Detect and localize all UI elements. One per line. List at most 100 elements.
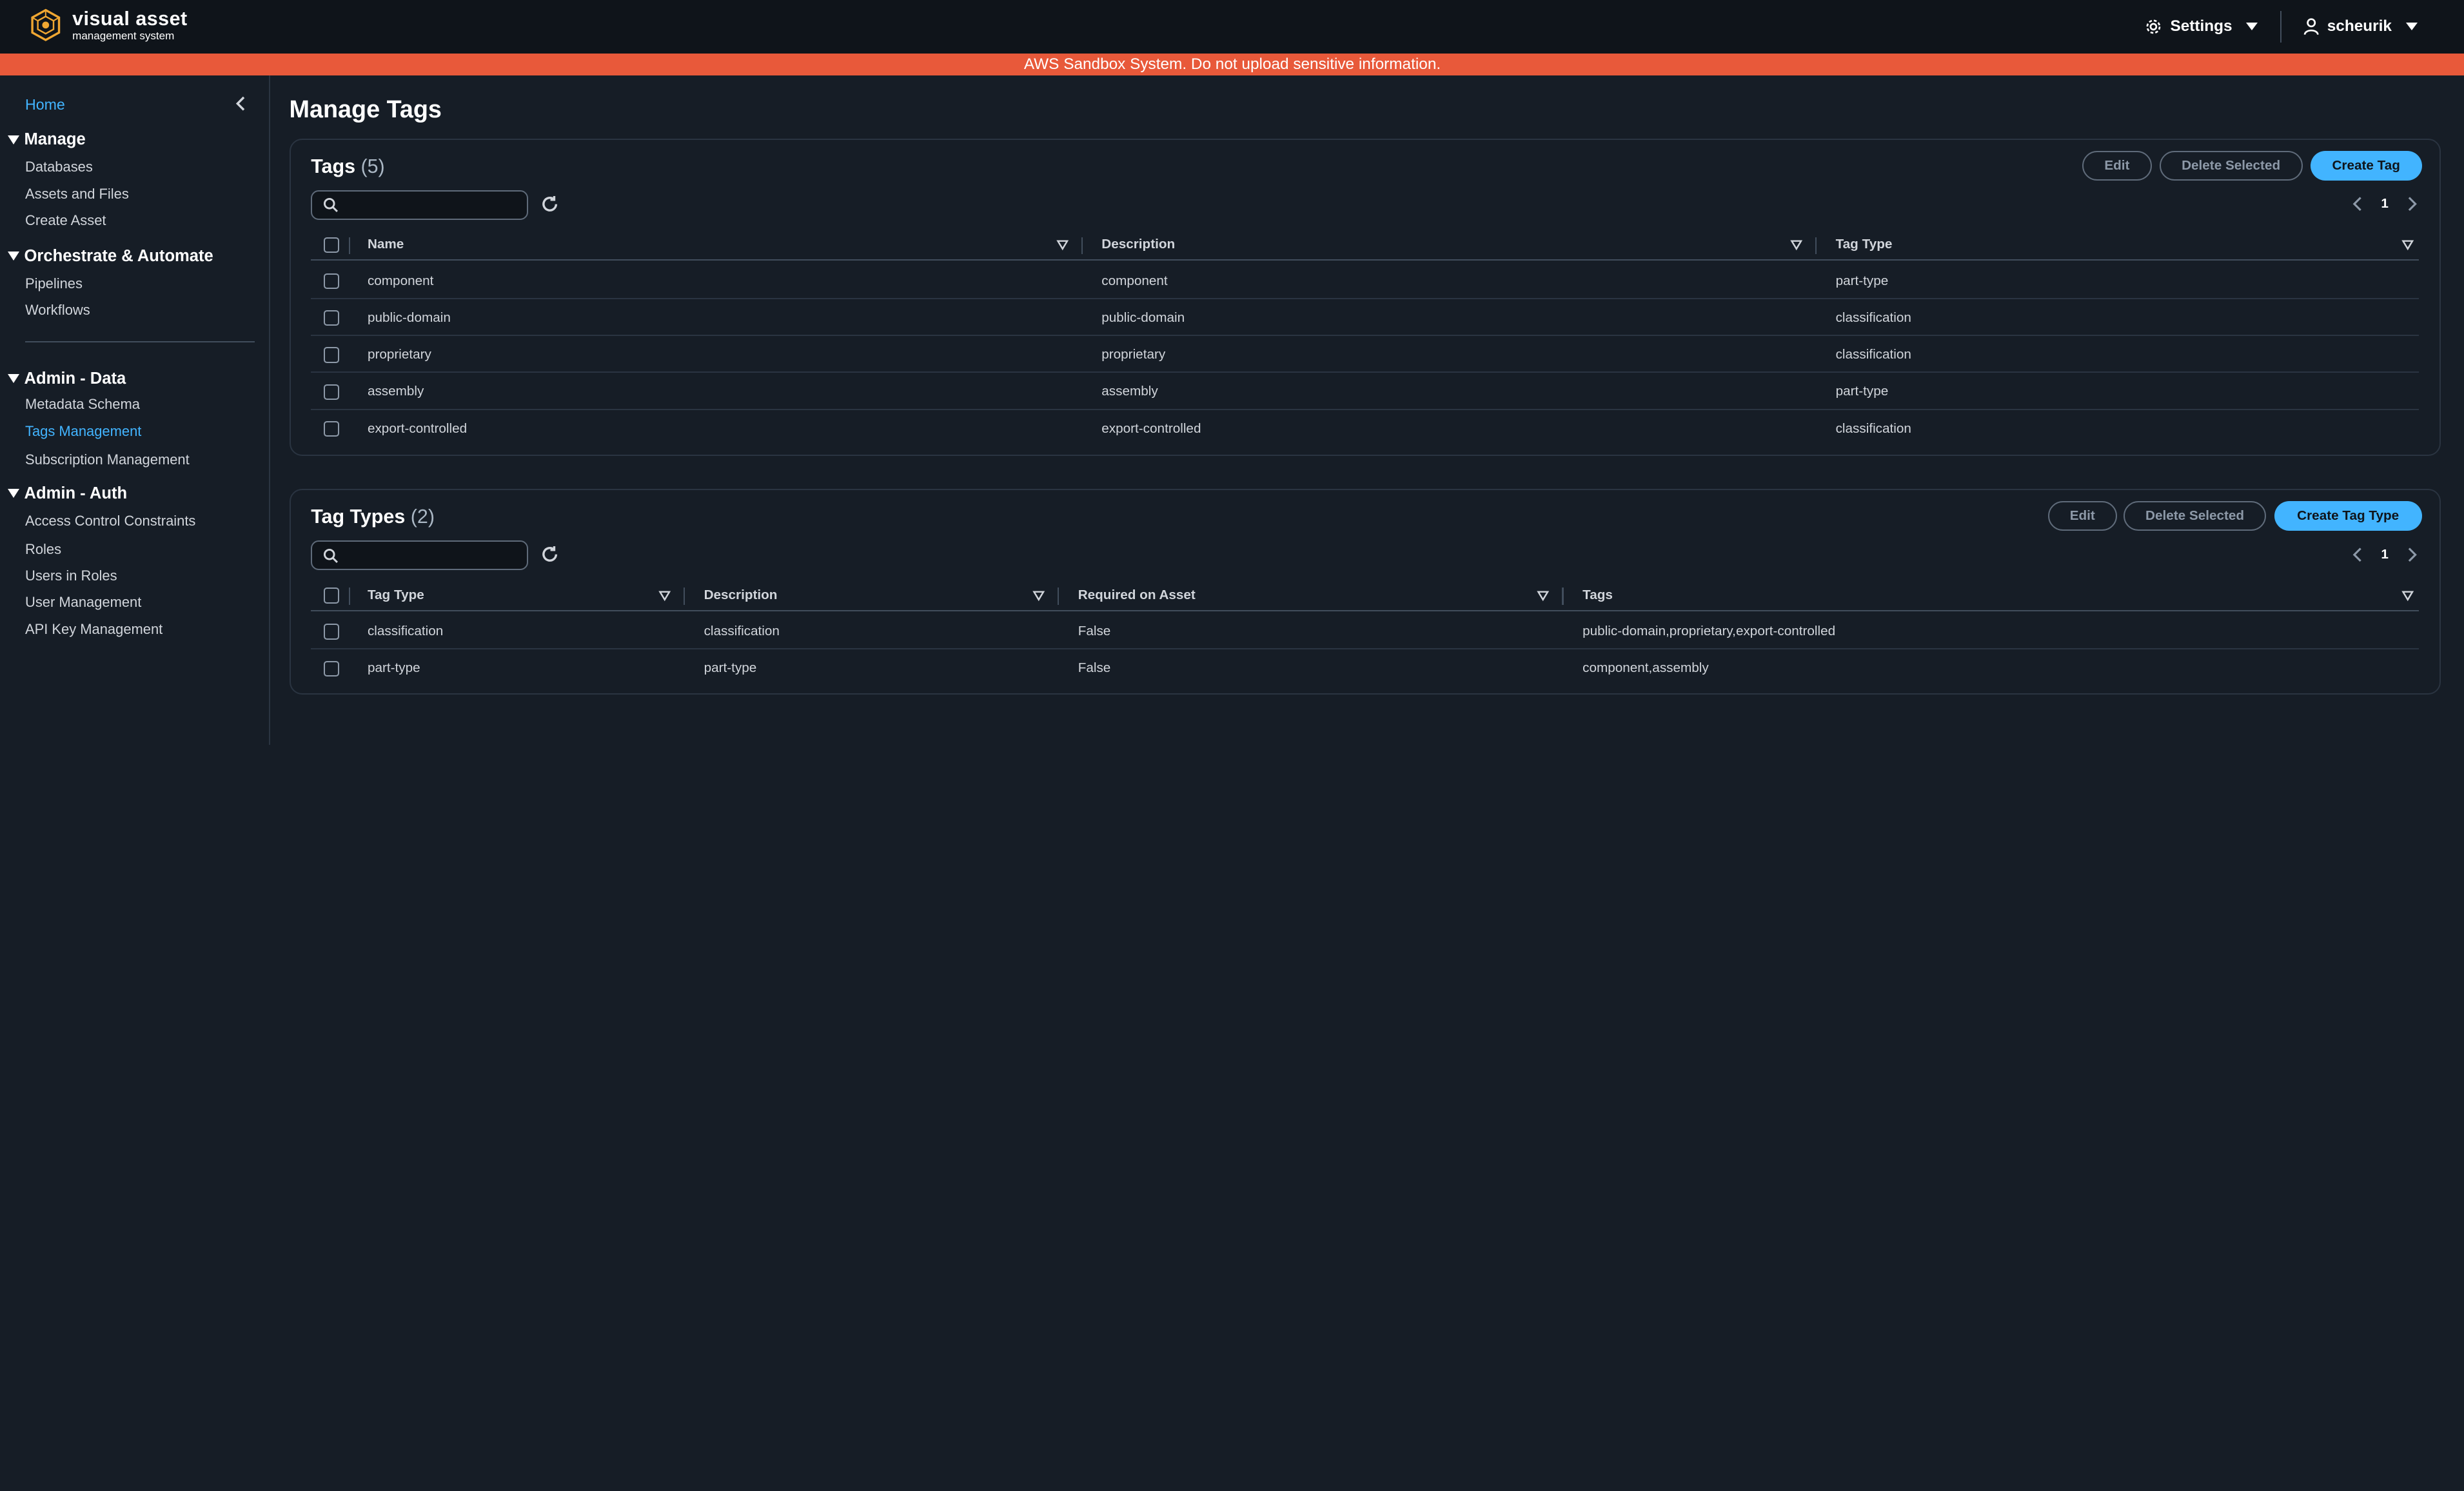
row-checkbox[interactable] [323, 310, 340, 326]
tags-panel-title: Tags (5) [311, 155, 385, 178]
sidebar-item-create-asset[interactable]: Create Asset [25, 212, 106, 229]
column-header-tags[interactable]: Tags [1582, 580, 1613, 611]
column-header-description[interactable]: Description [704, 580, 778, 611]
settings-label: Settings [2170, 17, 2232, 35]
logo-title: visual asset [72, 8, 188, 30]
sidebar-item-assets-and-files[interactable]: Assets and Files [25, 186, 129, 202]
sidebar-section-admin-auth[interactable]: Admin - Auth [8, 484, 127, 503]
sidebar-item-access-control-constraints[interactable]: Access Control Constraints [25, 513, 195, 529]
cell-name: export-controlled [367, 420, 468, 436]
tag-types-search-input[interactable] [311, 540, 528, 571]
row-checkbox[interactable] [323, 347, 340, 363]
settings-menu-button[interactable]: Settings [2129, 0, 2274, 54]
sidebar-item-users-in-roles[interactable]: Users in Roles [25, 568, 117, 584]
sidebar-section-title: Admin - Auth [24, 484, 128, 502]
refresh-icon[interactable] [540, 195, 559, 213]
sidebar-item-user-management[interactable]: User Management [25, 594, 141, 611]
chevron-left-icon[interactable] [2351, 196, 2364, 212]
sidebar-item-metadata-schema[interactable]: Metadata Schema [25, 396, 140, 413]
cell-tag-type: part-type [1835, 273, 1889, 288]
sidebar-item-tags-management[interactable]: Tags Management [25, 423, 141, 440]
tag-types-title: Tag Types [311, 506, 406, 528]
page-number[interactable]: 1 [2381, 547, 2389, 562]
sidebar-item-subscription-management[interactable]: Subscription Management [25, 451, 190, 468]
column-separator [348, 588, 351, 605]
create-tag-button[interactable]: Create Tag [2310, 150, 2422, 181]
sidebar-item-api-key-management[interactable]: API Key Management [25, 621, 163, 638]
sort-icon[interactable] [1790, 239, 1803, 252]
cell-name: proprietary [367, 347, 431, 362]
cell-description: part-type [704, 660, 757, 676]
row-checkbox[interactable] [323, 273, 340, 290]
column-header-name[interactable]: Name [368, 229, 404, 261]
sidebar-home-link[interactable]: Home [25, 96, 65, 114]
nav-utilities: Settings scheurik [2129, 0, 2433, 54]
row-checkbox[interactable] [323, 420, 340, 437]
column-header-description[interactable]: Description [1101, 229, 1175, 261]
sort-icon[interactable] [1032, 589, 1045, 602]
page-title: Manage Tags [289, 95, 442, 123]
select-all-checkbox[interactable] [323, 237, 340, 253]
expand-triangle-icon [8, 252, 20, 261]
edit-tag-button[interactable]: Edit [2082, 150, 2152, 181]
cell-name: public-domain [367, 310, 451, 325]
refresh-icon[interactable] [540, 545, 559, 564]
cell-description: assembly [1101, 384, 1158, 399]
cell-description: classification [704, 624, 780, 639]
column-separator [683, 588, 685, 605]
column-header-tag-type[interactable]: Tag Type [368, 580, 424, 611]
chevron-right-icon[interactable] [2406, 547, 2419, 562]
sort-icon[interactable] [658, 589, 671, 602]
table-row[interactable]: public-domain public-domain classificati… [311, 299, 2419, 337]
logo-text: visual asset management system [72, 9, 188, 41]
cell-tag-type: classification [1835, 310, 1911, 325]
user-icon [2303, 18, 2319, 35]
sort-icon[interactable] [1056, 239, 1069, 252]
cell-description: export-controlled [1101, 420, 1201, 436]
sidebar-section-orchestrate[interactable]: Orchestrate & Automate [8, 247, 213, 266]
sort-icon[interactable] [2401, 589, 2414, 602]
cell-description: proprietary [1101, 347, 1166, 362]
user-label: scheurik [2327, 17, 2392, 35]
sidebar-item-pipelines[interactable]: Pipelines [25, 275, 83, 292]
chevron-left-icon[interactable] [2351, 547, 2364, 562]
tags-pagination: 1 [2351, 196, 2418, 212]
table-row[interactable]: export-controlled export-controlled clas… [311, 410, 2419, 447]
tags-table-header: Name Description Tag Type [311, 229, 2419, 261]
sidebar-section-manage[interactable]: Manage [8, 130, 86, 149]
cell-required-on-asset: False [1078, 624, 1111, 639]
sidebar-item-roles[interactable]: Roles [25, 541, 61, 558]
expand-triangle-icon [8, 489, 20, 498]
sidebar-section-admin-data[interactable]: Admin - Data [8, 370, 126, 388]
row-checkbox[interactable] [323, 624, 340, 640]
row-checkbox[interactable] [323, 660, 340, 676]
cell-name: assembly [367, 384, 424, 399]
create-tag-type-button[interactable]: Create Tag Type [2274, 501, 2422, 531]
row-checkbox[interactable] [323, 384, 340, 400]
sidebar-item-workflows[interactable]: Workflows [25, 302, 90, 319]
table-row[interactable]: classification classification False publ… [311, 613, 2419, 650]
user-menu-button[interactable]: scheurik [2288, 0, 2433, 54]
sort-icon[interactable] [2401, 239, 2414, 252]
table-row[interactable]: assembly assembly part-type [311, 373, 2419, 410]
select-all-checkbox[interactable] [323, 588, 340, 604]
caret-down-icon [2246, 23, 2258, 31]
tag-types-table-header: Tag Type Description Required on Asset T… [311, 580, 2419, 611]
edit-tag-type-button[interactable]: Edit [2047, 501, 2117, 531]
collapse-sidebar-icon[interactable] [233, 94, 248, 113]
table-row[interactable]: part-type part-type False component,asse… [311, 649, 2419, 686]
page-number[interactable]: 1 [2381, 196, 2389, 212]
column-separator [1562, 588, 1564, 605]
chevron-right-icon[interactable] [2406, 196, 2419, 212]
column-header-required-on-asset[interactable]: Required on Asset [1078, 580, 1196, 611]
delete-selected-tag-types-button[interactable]: Delete Selected [2123, 501, 2267, 531]
tags-search-input[interactable] [311, 190, 528, 220]
column-header-tag-type[interactable]: Tag Type [1836, 229, 1893, 261]
sidebar: Home Manage Databases Assets and Files C… [0, 75, 271, 746]
table-row[interactable]: component component part-type [311, 262, 2419, 299]
sort-icon[interactable] [1537, 589, 1550, 602]
app-logo[interactable]: visual asset management system [28, 8, 188, 43]
table-row[interactable]: proprietary proprietary classification [311, 336, 2419, 373]
sidebar-item-databases[interactable]: Databases [25, 159, 93, 175]
delete-selected-tags-button[interactable]: Delete Selected [2159, 150, 2303, 181]
